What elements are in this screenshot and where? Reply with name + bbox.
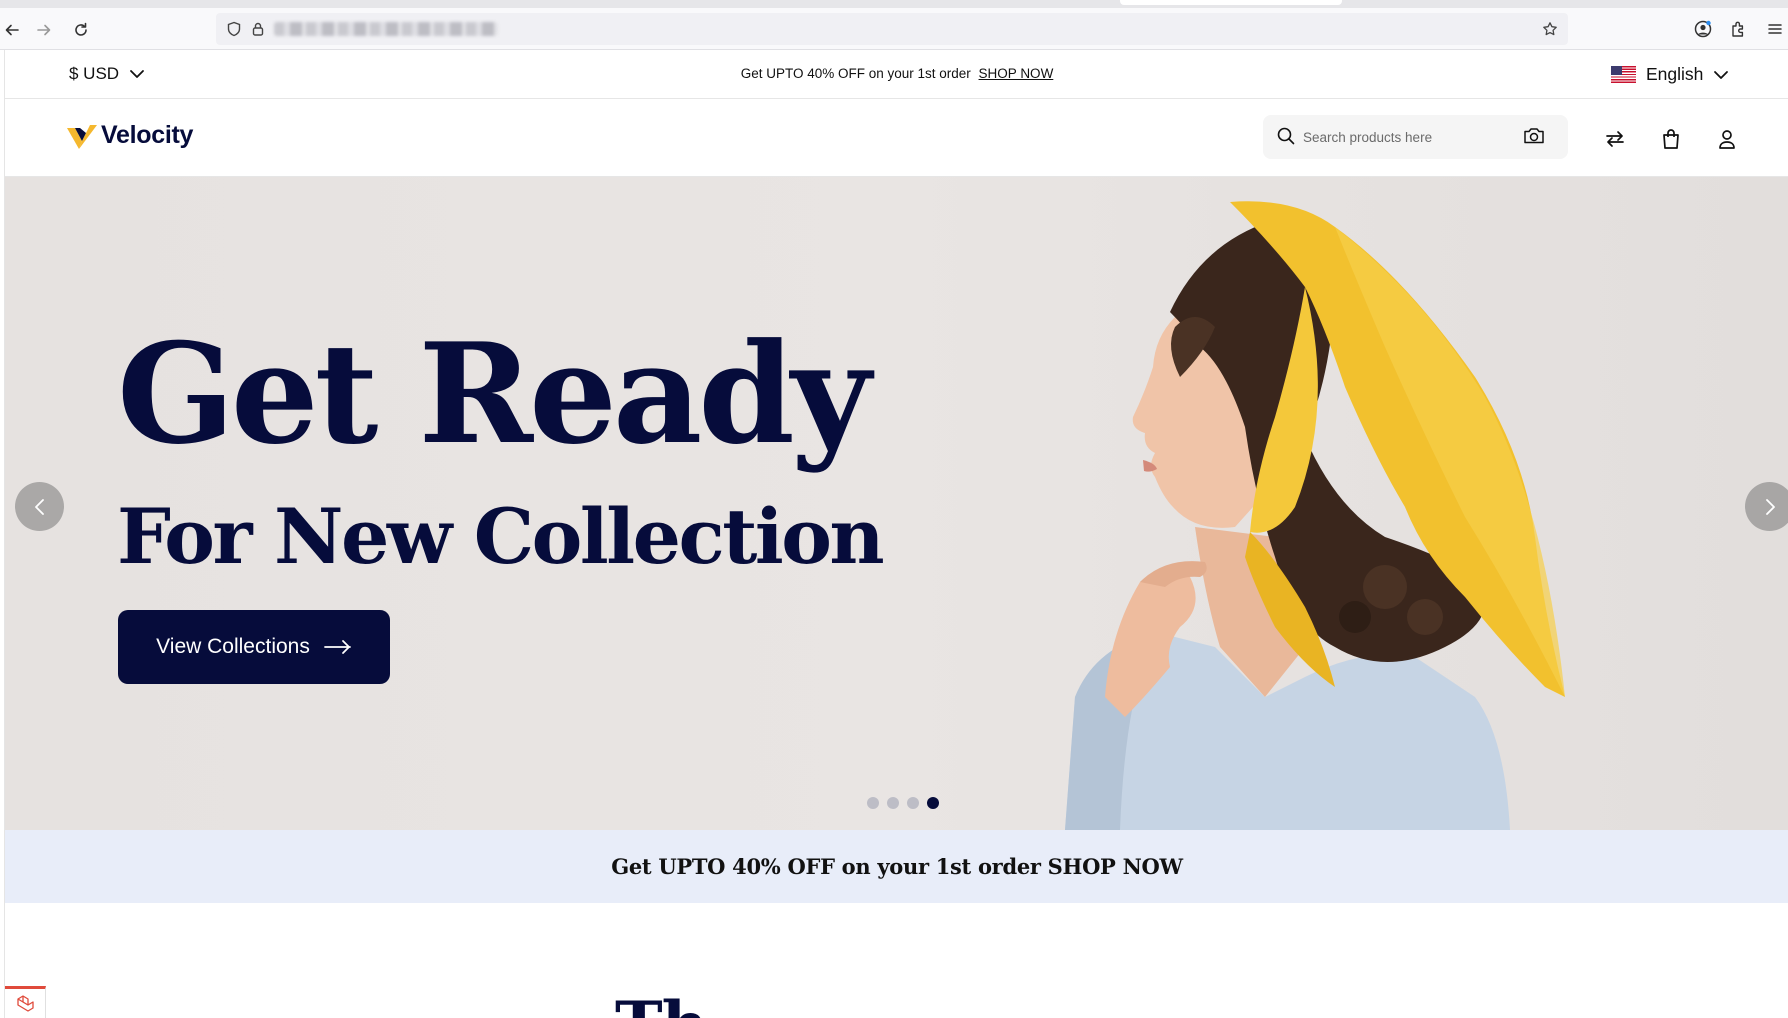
reload-icon [75,22,87,36]
camera-icon[interactable] [1523,126,1545,146]
compare-icon [1606,131,1624,147]
slider-dot[interactable] [867,797,879,809]
account-profile-button[interactable] [1715,127,1739,151]
debugbar-badge[interactable] [5,986,46,1018]
lock-icon[interactable] [250,21,266,37]
user-icon [1719,130,1735,149]
top-announcement-bar: $ USD Get UPTO 40% OFF on your 1st order… [5,50,1788,99]
laravel-icon [17,994,34,1012]
reload-button[interactable] [69,18,93,42]
forward-button[interactable] [32,18,56,42]
logo-text: Velocity [101,121,194,149]
url-text-redacted[interactable] [274,22,498,36]
chevron-right-icon [1765,498,1775,515]
hero-title: Get Ready [117,312,871,475]
extensions-button[interactable] [1728,18,1750,40]
compare-button[interactable] [1603,127,1627,151]
shield-icon[interactable] [226,21,242,37]
offer-band: Get UPTO 40% OFF on your 1st order SHOP … [5,830,1788,903]
language-label: English [1646,64,1704,84]
cart-icon [1663,129,1679,149]
chevron-left-icon [34,498,44,515]
star-icon[interactable] [1542,21,1558,37]
hero-slider: Get Ready For New Collection View Collec… [5,177,1788,830]
promo-banner: Get UPTO 40% OFF on your 1st order SHOP … [5,66,1788,81]
hero-subtitle: For New Collection [117,492,885,581]
forward-arrow-icon [37,24,51,36]
site-logo[interactable]: Velocity [67,121,193,150]
account-icon [1694,20,1712,38]
search-input[interactable] [1303,125,1523,149]
us-flag-icon [1611,66,1636,83]
search-icon[interactable] [1277,127,1295,145]
site-header: Velocity [5,99,1788,177]
back-button[interactable] [0,18,24,42]
language-selector[interactable]: English [1611,64,1729,85]
slider-next-button[interactable] [1745,482,1788,531]
offer-band-text: Get UPTO 40% OFF on your 1st order SHOP … [611,854,1183,879]
slider-dot-active[interactable] [927,797,939,809]
cart-button[interactable] [1659,127,1683,151]
browser-tab-strip [0,0,1788,8]
shop-now-link[interactable]: SHOP NOW [979,66,1054,81]
view-collections-label: View Collections [156,635,310,658]
view-collections-button[interactable]: View Collections [118,610,390,684]
hero-model-photo [1065,201,1565,830]
extensions-icon [1732,21,1744,37]
address-bar[interactable] [216,13,1568,45]
chevron-down-icon [1714,70,1729,79]
arrow-right-icon [323,640,351,654]
slider-pagination [867,797,939,809]
velocity-logo-icon [67,124,97,149]
slider-prev-button[interactable] [15,482,64,531]
search-box [1263,115,1568,159]
section-heading: Th [615,988,708,1018]
browser-active-tab[interactable] [1120,0,1342,5]
menu-button[interactable] [1764,18,1786,40]
web-page: $ USD Get UPTO 40% OFF on your 1st order… [4,50,1788,1018]
account-button[interactable] [1692,18,1714,40]
back-arrow-icon [5,24,19,36]
slider-dot[interactable] [907,797,919,809]
promo-text: Get UPTO 40% OFF on your 1st order [740,66,971,81]
menu-icon [1768,24,1782,34]
browser-toolbar [0,8,1788,50]
slider-dot[interactable] [887,797,899,809]
